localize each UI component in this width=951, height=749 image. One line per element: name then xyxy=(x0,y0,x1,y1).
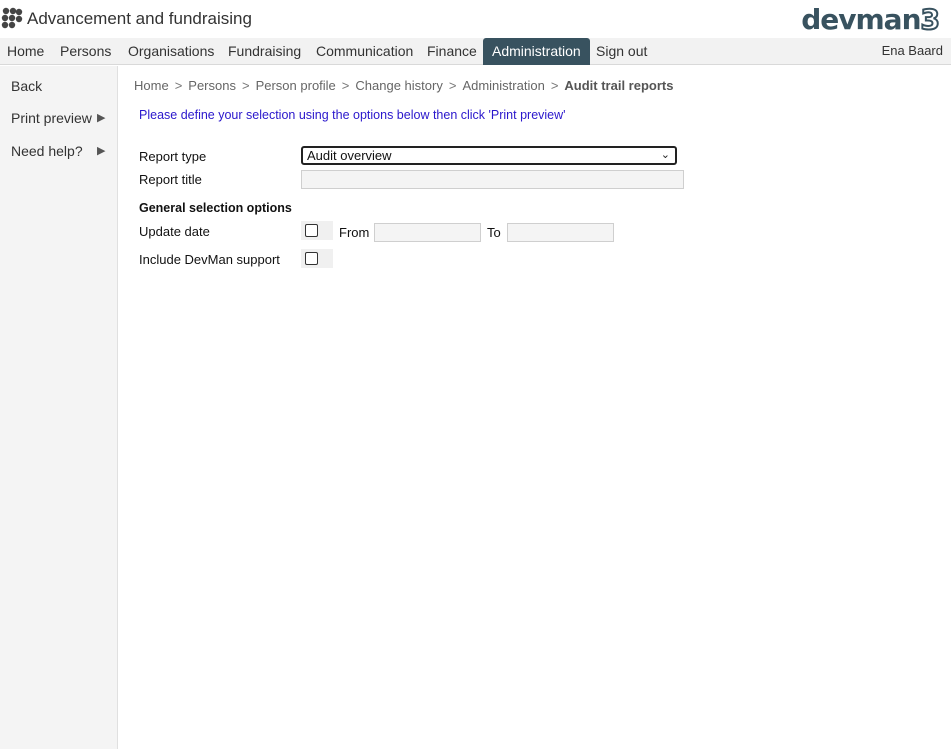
main-nav: Home Persons Organisations Fundraising C… xyxy=(0,38,951,65)
section-heading: General selection options xyxy=(139,201,292,215)
triangle-right-icon: ▶ xyxy=(97,145,106,157)
sidebar-item-label: Print preview xyxy=(11,110,92,126)
to-date-input[interactable] xyxy=(507,223,614,242)
nav-home[interactable]: Home xyxy=(1,38,50,65)
breadcrumb-current: Audit trail reports xyxy=(564,78,674,93)
breadcrumb-separator: > xyxy=(174,78,183,93)
include-support-checkbox[interactable] xyxy=(305,252,318,265)
sidebar-item-need-help[interactable]: Need help? ▶ xyxy=(11,143,111,159)
nav-administration[interactable]: Administration xyxy=(483,38,590,65)
breadcrumb-separator: > xyxy=(550,78,559,93)
triangle-right-icon: ▶ xyxy=(97,112,106,124)
breadcrumb-separator: > xyxy=(241,78,250,93)
from-label: From xyxy=(339,225,370,240)
instruction-text: Please define your selection using the o… xyxy=(139,108,566,122)
breadcrumb-home[interactable]: Home xyxy=(134,78,169,93)
breadcrumb-administration[interactable]: Administration xyxy=(462,78,544,93)
breadcrumb-separator: > xyxy=(341,78,350,93)
report-type-value: Audit overview xyxy=(307,148,392,163)
sidebar-item-print-preview[interactable]: Print preview ▶ xyxy=(11,110,111,126)
sidebar: Back Print preview ▶ Need help? ▶ xyxy=(0,66,118,749)
breadcrumb-persons[interactable]: Persons xyxy=(188,78,236,93)
update-date-label: Update date xyxy=(139,224,210,239)
nav-sign-out[interactable]: Sign out xyxy=(590,38,653,65)
app-logo-icon xyxy=(1,7,23,29)
sidebar-item-label: Back xyxy=(11,78,43,94)
brand-logo: devman3 xyxy=(801,2,941,37)
report-type-label: Report type xyxy=(139,149,207,164)
sidebar-item-back[interactable]: Back xyxy=(11,78,111,94)
brand-text: devman xyxy=(801,3,921,36)
to-label: To xyxy=(487,225,501,240)
breadcrumb-change-history[interactable]: Change history xyxy=(355,78,442,93)
update-date-checkbox-wrap xyxy=(301,221,333,240)
include-support-label: Include DevMan support xyxy=(139,252,280,267)
include-support-checkbox-wrap xyxy=(301,249,333,268)
nav-finance[interactable]: Finance xyxy=(421,38,483,65)
breadcrumb: Home > Persons > Person profile > Change histo… xyxy=(134,78,673,93)
nav-persons[interactable]: Persons xyxy=(54,38,117,65)
app-title: Advancement and fundraising xyxy=(27,9,252,28)
breadcrumb-person-profile[interactable]: Person profile xyxy=(256,78,336,93)
nav-organisations[interactable]: Organisations xyxy=(122,38,220,65)
brand-number: 3 xyxy=(919,2,941,37)
user-name: Ena Baard xyxy=(881,43,943,58)
report-title-label: Report title xyxy=(139,172,202,187)
nav-fundraising[interactable]: Fundraising xyxy=(222,38,307,65)
report-type-select[interactable]: Audit overview ⌄ xyxy=(301,146,677,165)
sidebar-item-label: Need help? xyxy=(11,143,83,159)
chevron-down-icon: ⌄ xyxy=(660,149,670,161)
nav-communication[interactable]: Communication xyxy=(310,38,419,65)
breadcrumb-separator: > xyxy=(448,78,457,93)
app-header: Advancement and fundraising devman3 xyxy=(0,0,951,38)
update-date-checkbox[interactable] xyxy=(305,224,318,237)
report-title-input[interactable] xyxy=(301,170,684,189)
from-date-input[interactable] xyxy=(374,223,481,242)
